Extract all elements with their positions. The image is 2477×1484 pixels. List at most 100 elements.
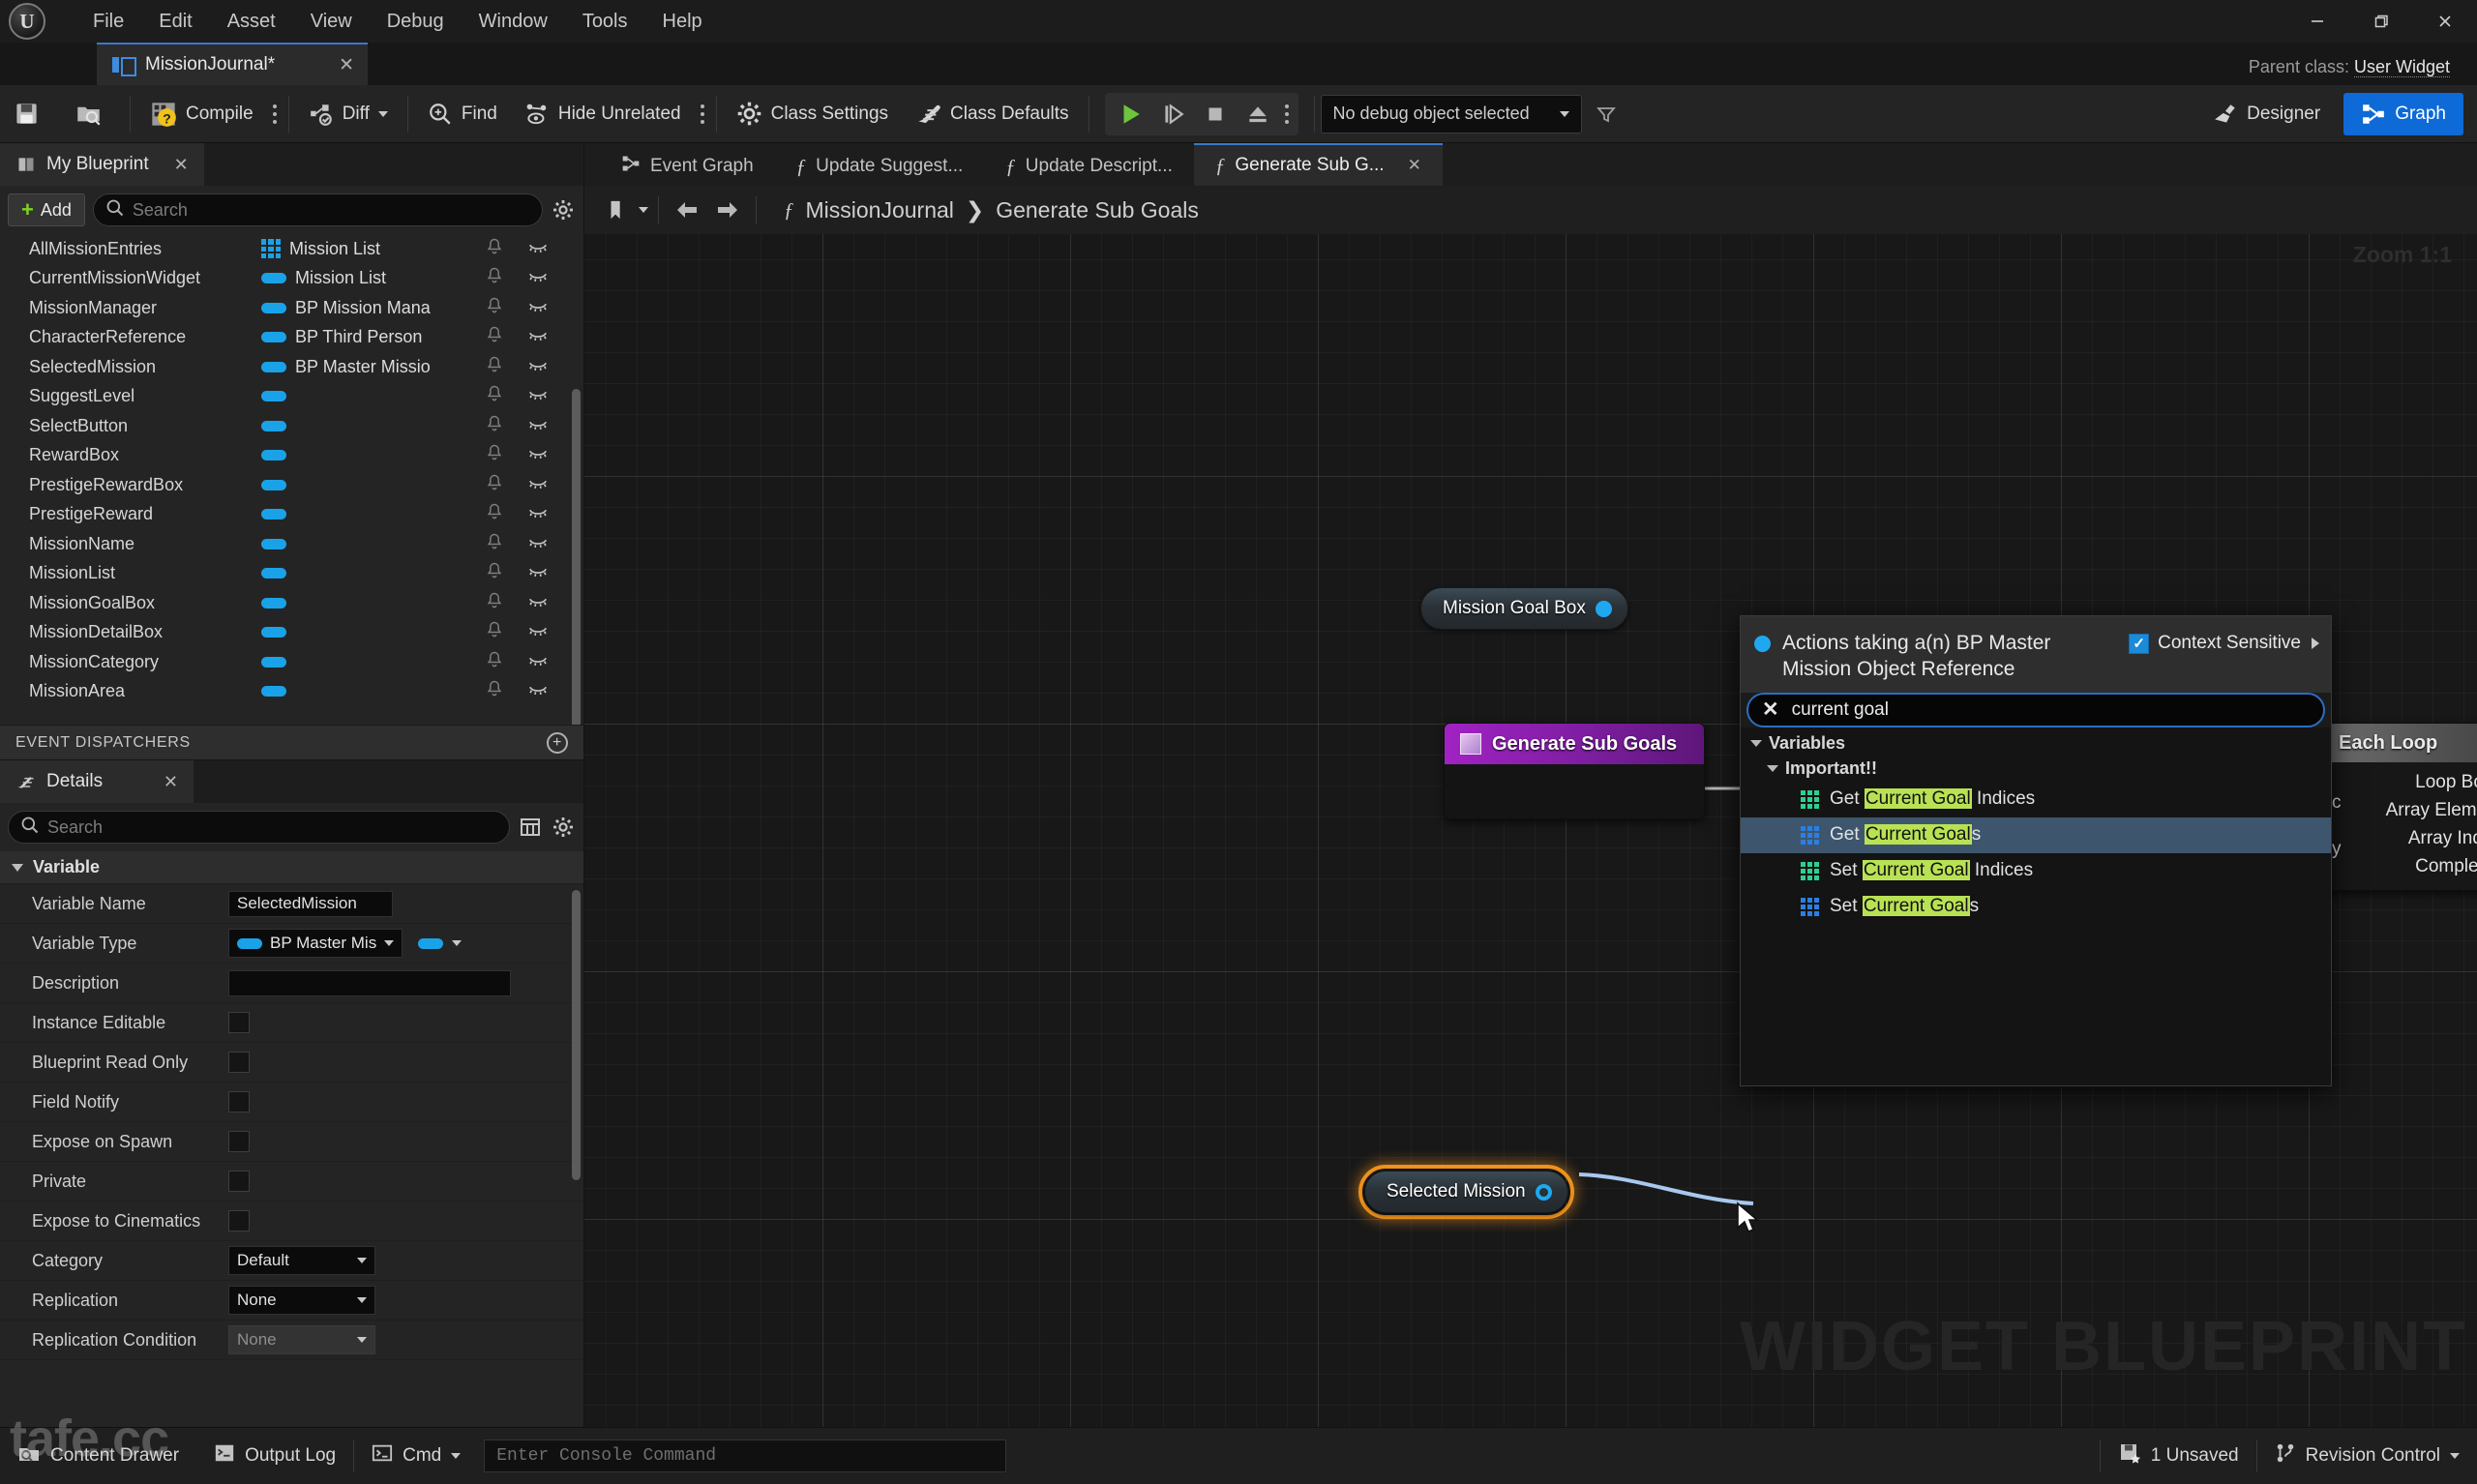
variable-row[interactable]: MissionManager BP Mission Mana: [0, 293, 583, 323]
node-mission-goal-box[interactable]: Mission Goal Box: [1420, 587, 1628, 630]
replication-select[interactable]: None: [228, 1286, 375, 1315]
details-settings-gear-icon[interactable]: [551, 815, 576, 840]
details-columns-icon[interactable]: [518, 815, 543, 840]
bell-icon[interactable]: [485, 296, 504, 320]
bell-icon[interactable]: [485, 502, 504, 526]
my-blueprint-settings-gear-icon[interactable]: [551, 197, 576, 223]
add-variable-button[interactable]: + Add: [8, 193, 85, 226]
variable-list[interactable]: AllMissionEntries Mission List CurrentMiss…: [0, 234, 583, 725]
action-menu-item[interactable]: Get Current Goal Indices: [1741, 782, 2331, 817]
compile-options-kebab[interactable]: [267, 85, 283, 143]
eye-closed-icon[interactable]: [527, 296, 549, 320]
bell-icon[interactable]: [485, 325, 504, 349]
close-button[interactable]: [2413, 0, 2477, 43]
menu-item-file[interactable]: File: [75, 0, 141, 43]
bell-icon[interactable]: [485, 532, 504, 556]
variable-row[interactable]: MissionArea: [0, 677, 583, 707]
eject-button[interactable]: [1237, 93, 1279, 135]
bell-icon[interactable]: [485, 591, 504, 615]
variable-row[interactable]: MissionName: [0, 529, 583, 559]
menu-item-edit[interactable]: Edit: [141, 0, 209, 43]
object-output-pin[interactable]: [1595, 600, 1612, 617]
menu-item-help[interactable]: Help: [645, 0, 720, 43]
asset-tab-missionjournal[interactable]: MissionJournal* ✕: [97, 43, 368, 85]
revision-control-button[interactable]: Revision Control: [2257, 1428, 2477, 1484]
graph-tab-update-descript-[interactable]: ƒ Update Descript...: [984, 147, 1194, 186]
details-search-box[interactable]: [8, 811, 510, 844]
blueprint-read-only-checkbox[interactable]: [228, 1052, 250, 1073]
bell-icon[interactable]: [485, 561, 504, 585]
hide-unrelated-button[interactable]: Hide Unrelated: [511, 85, 695, 143]
action-menu-search-box[interactable]: ✕: [1746, 692, 2325, 727]
variable-row[interactable]: MissionGoalBox: [0, 588, 583, 618]
console-command-input[interactable]: Enter Console Command: [484, 1439, 1007, 1472]
menu-item-asset[interactable]: Asset: [210, 0, 293, 43]
instance-editable-checkbox[interactable]: [228, 1012, 250, 1033]
variable-row[interactable]: MissionCategory: [0, 647, 583, 677]
designer-mode-button[interactable]: Designer: [2195, 93, 2338, 135]
chevron-right-icon[interactable]: [2312, 638, 2319, 649]
eye-closed-icon[interactable]: [527, 443, 549, 467]
clear-search-icon[interactable]: ✕: [1762, 697, 1779, 722]
variable-row[interactable]: SelectedMission BP Master Missio: [0, 352, 583, 382]
bell-icon[interactable]: [485, 384, 504, 408]
diff-button[interactable]: Diff: [295, 85, 402, 143]
maximize-button[interactable]: [2349, 0, 2413, 43]
expose-to-cinematics-checkbox[interactable]: [228, 1210, 250, 1232]
navigate-forward-button[interactable]: [709, 192, 746, 228]
output-log-button[interactable]: Output Log: [196, 1428, 353, 1484]
node-selected-mission[interactable]: Selected Mission: [1358, 1165, 1574, 1219]
variable-row[interactable]: CharacterReference BP Third Person: [0, 323, 583, 353]
navigate-back-button[interactable]: [669, 192, 705, 228]
breadcrumb-root[interactable]: MissionJournal: [806, 197, 954, 223]
browse-button[interactable]: [62, 85, 124, 143]
breadcrumb-current[interactable]: Generate Sub Goals: [996, 197, 1199, 223]
action-menu-category[interactable]: Important!!: [1741, 757, 2331, 782]
object-output-pin[interactable]: [1535, 1183, 1552, 1201]
bell-icon[interactable]: [485, 620, 504, 644]
menu-item-window[interactable]: Window: [462, 0, 565, 43]
action-menu-item[interactable]: Get Current Goals: [1741, 816, 2331, 853]
minimize-button[interactable]: [2285, 0, 2349, 43]
eye-closed-icon[interactable]: [527, 532, 549, 556]
bell-icon[interactable]: [485, 679, 504, 703]
details-section-variable[interactable]: Variable: [0, 851, 583, 884]
cmd-selector-button[interactable]: Cmd: [354, 1428, 478, 1484]
graph-mode-button[interactable]: Graph: [2343, 92, 2463, 135]
loop-node[interactable]: Each Loop Loop Body Array Element Array …: [2324, 723, 2477, 891]
compile-button[interactable]: ? Compile: [136, 85, 267, 143]
eye-closed-icon[interactable]: [527, 591, 549, 615]
my-blueprint-search-input[interactable]: [132, 199, 530, 221]
bell-icon[interactable]: [485, 355, 504, 379]
bell-icon[interactable]: [485, 443, 504, 467]
container-type-select[interactable]: [418, 937, 463, 949]
chevron-down-icon[interactable]: [639, 207, 648, 213]
eye-closed-icon[interactable]: [527, 473, 549, 497]
variable-row[interactable]: SelectButton: [0, 411, 583, 441]
graph-tab-close-icon[interactable]: ✕: [1408, 156, 1421, 175]
blueprint-action-menu[interactable]: Actions taking a(n) BP Master Mission Ob…: [1740, 615, 2332, 1086]
debug-filter-button[interactable]: [1582, 85, 1641, 143]
action-menu-category[interactable]: Variables: [1741, 731, 2331, 757]
hide-unrelated-kebab[interactable]: [695, 85, 710, 143]
eye-closed-icon[interactable]: [527, 237, 549, 261]
step-button[interactable]: [1151, 93, 1194, 135]
play-options-kebab[interactable]: [1279, 85, 1295, 143]
variable-type-select[interactable]: BP Master Mis: [228, 929, 403, 958]
private-checkbox[interactable]: [228, 1171, 250, 1192]
eye-closed-icon[interactable]: [527, 561, 549, 585]
stop-button[interactable]: [1194, 93, 1237, 135]
expose-on-spawn-checkbox[interactable]: [228, 1131, 250, 1152]
eye-closed-icon[interactable]: [527, 325, 549, 349]
eye-closed-icon[interactable]: [527, 384, 549, 408]
eye-closed-icon[interactable]: [527, 679, 549, 703]
graph-tab-event-graph[interactable]: Event Graph: [600, 147, 775, 186]
bell-icon[interactable]: [485, 237, 504, 261]
tab-my-blueprint[interactable]: My Blueprint ✕: [0, 143, 204, 186]
event-dispatchers-header[interactable]: EVENT DISPATCHERS +: [0, 725, 583, 759]
eye-closed-icon[interactable]: [527, 414, 549, 438]
class-defaults-button[interactable]: Class Defaults: [902, 85, 1083, 143]
eye-closed-icon[interactable]: [527, 355, 549, 379]
add-event-dispatcher-icon[interactable]: +: [547, 731, 568, 754]
function-node[interactable]: Generate Sub Goals: [1444, 723, 1705, 819]
